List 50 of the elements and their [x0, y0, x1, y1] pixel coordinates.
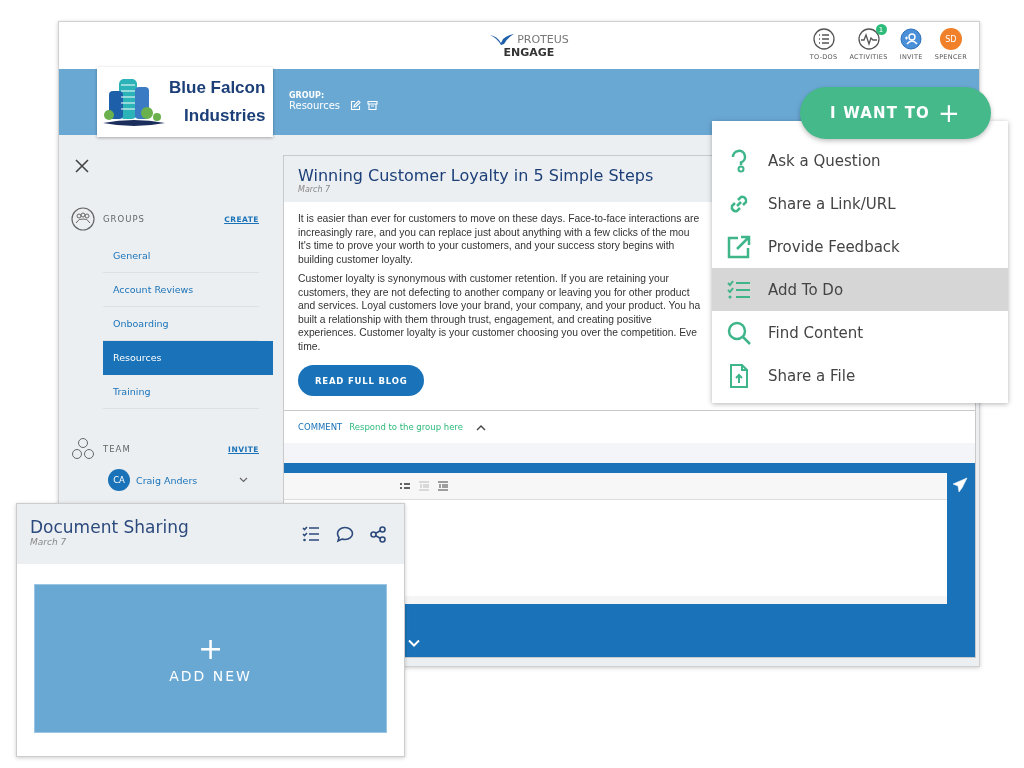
chevron-up-icon[interactable] — [475, 423, 486, 431]
checklist-icon — [726, 279, 752, 300]
group-item[interactable]: Account Reviews — [103, 273, 259, 307]
article-title: Winning Customer Loyalty in 5 Simple Steps — [298, 166, 655, 185]
search-icon — [726, 320, 752, 345]
archive-icon[interactable] — [367, 100, 379, 111]
comment-icon[interactable] — [336, 525, 354, 543]
group-icon — [71, 207, 95, 231]
comment-prompt[interactable]: Respond to the group here — [349, 422, 463, 432]
article-paragraph: It is easier than ever for customers to move on these days. Face-to-face interactions are increasingly rare, and you can replace just about anything with a few clicks of the mou It's time to prove your worth to your customers, and your success story begins with building customer loyalty. — [298, 212, 701, 266]
list-icon — [812, 28, 835, 50]
comment-label: COMMENT — [298, 422, 343, 432]
group-item[interactable]: Resources — [103, 341, 273, 375]
edit-icon[interactable] — [350, 100, 362, 111]
user-avatar[interactable]: SD — [939, 28, 962, 50]
activity-icon — [857, 28, 880, 50]
add-person-icon — [900, 28, 923, 50]
member-name[interactable]: Craig Anders — [136, 474, 239, 486]
company-name: Industries — [184, 105, 266, 127]
menu-item[interactable]: Find Content — [712, 311, 1008, 354]
share-icon[interactable] — [370, 525, 386, 543]
menu-item[interactable]: Add To Do — [712, 268, 1008, 311]
card-date: March 7 — [30, 537, 68, 547]
card-title: Document Sharing — [30, 517, 190, 537]
group-name: Resources — [289, 100, 341, 111]
brand-name: PROTEUS — [517, 32, 569, 46]
bird-logo-icon — [489, 33, 516, 45]
section-title: TEAM — [103, 444, 132, 454]
team-icon — [71, 437, 95, 461]
add-new-button[interactable]: + ADD NEW — [34, 584, 387, 733]
checklist-icon[interactable] — [302, 526, 320, 542]
article-paragraph: Customer loyalty is synonymous with customer retention. If you are retaining your customers, they are not defecting to another company or leaving you for other product and services. Loyal customers love your brand, your company, and your product. You ha built a relationship with them through trust, engagement, and creating positive experiences. Customer loyalty is your customer choosing you over the competition. Eve time. — [298, 272, 702, 353]
section-title: GROUPS — [103, 214, 146, 224]
menu-item[interactable]: Share a File — [712, 354, 1008, 397]
read-blog-button[interactable]: READ FULL BLOG — [298, 365, 425, 396]
group-item[interactable]: Training — [103, 375, 259, 409]
member-avatar: CA — [108, 469, 130, 491]
external-link-icon — [726, 234, 752, 259]
group-item[interactable]: General — [103, 239, 259, 273]
brand-subtitle: ENGAGE — [503, 45, 555, 59]
send-icon[interactable] — [952, 477, 968, 493]
menu-item[interactable]: Provide Feedback — [712, 225, 1008, 268]
list-icon[interactable] — [400, 482, 410, 490]
article-date: March 7 — [298, 185, 331, 194]
menu-item[interactable]: Share a Link/URL — [712, 182, 1008, 225]
chevron-down-icon[interactable] — [239, 477, 248, 483]
company-name: Blue Falcon — [169, 77, 266, 99]
close-icon[interactable] — [75, 159, 89, 173]
menu-item[interactable]: Ask a Question — [712, 139, 1008, 182]
group-label: GROUP: — [289, 91, 326, 100]
